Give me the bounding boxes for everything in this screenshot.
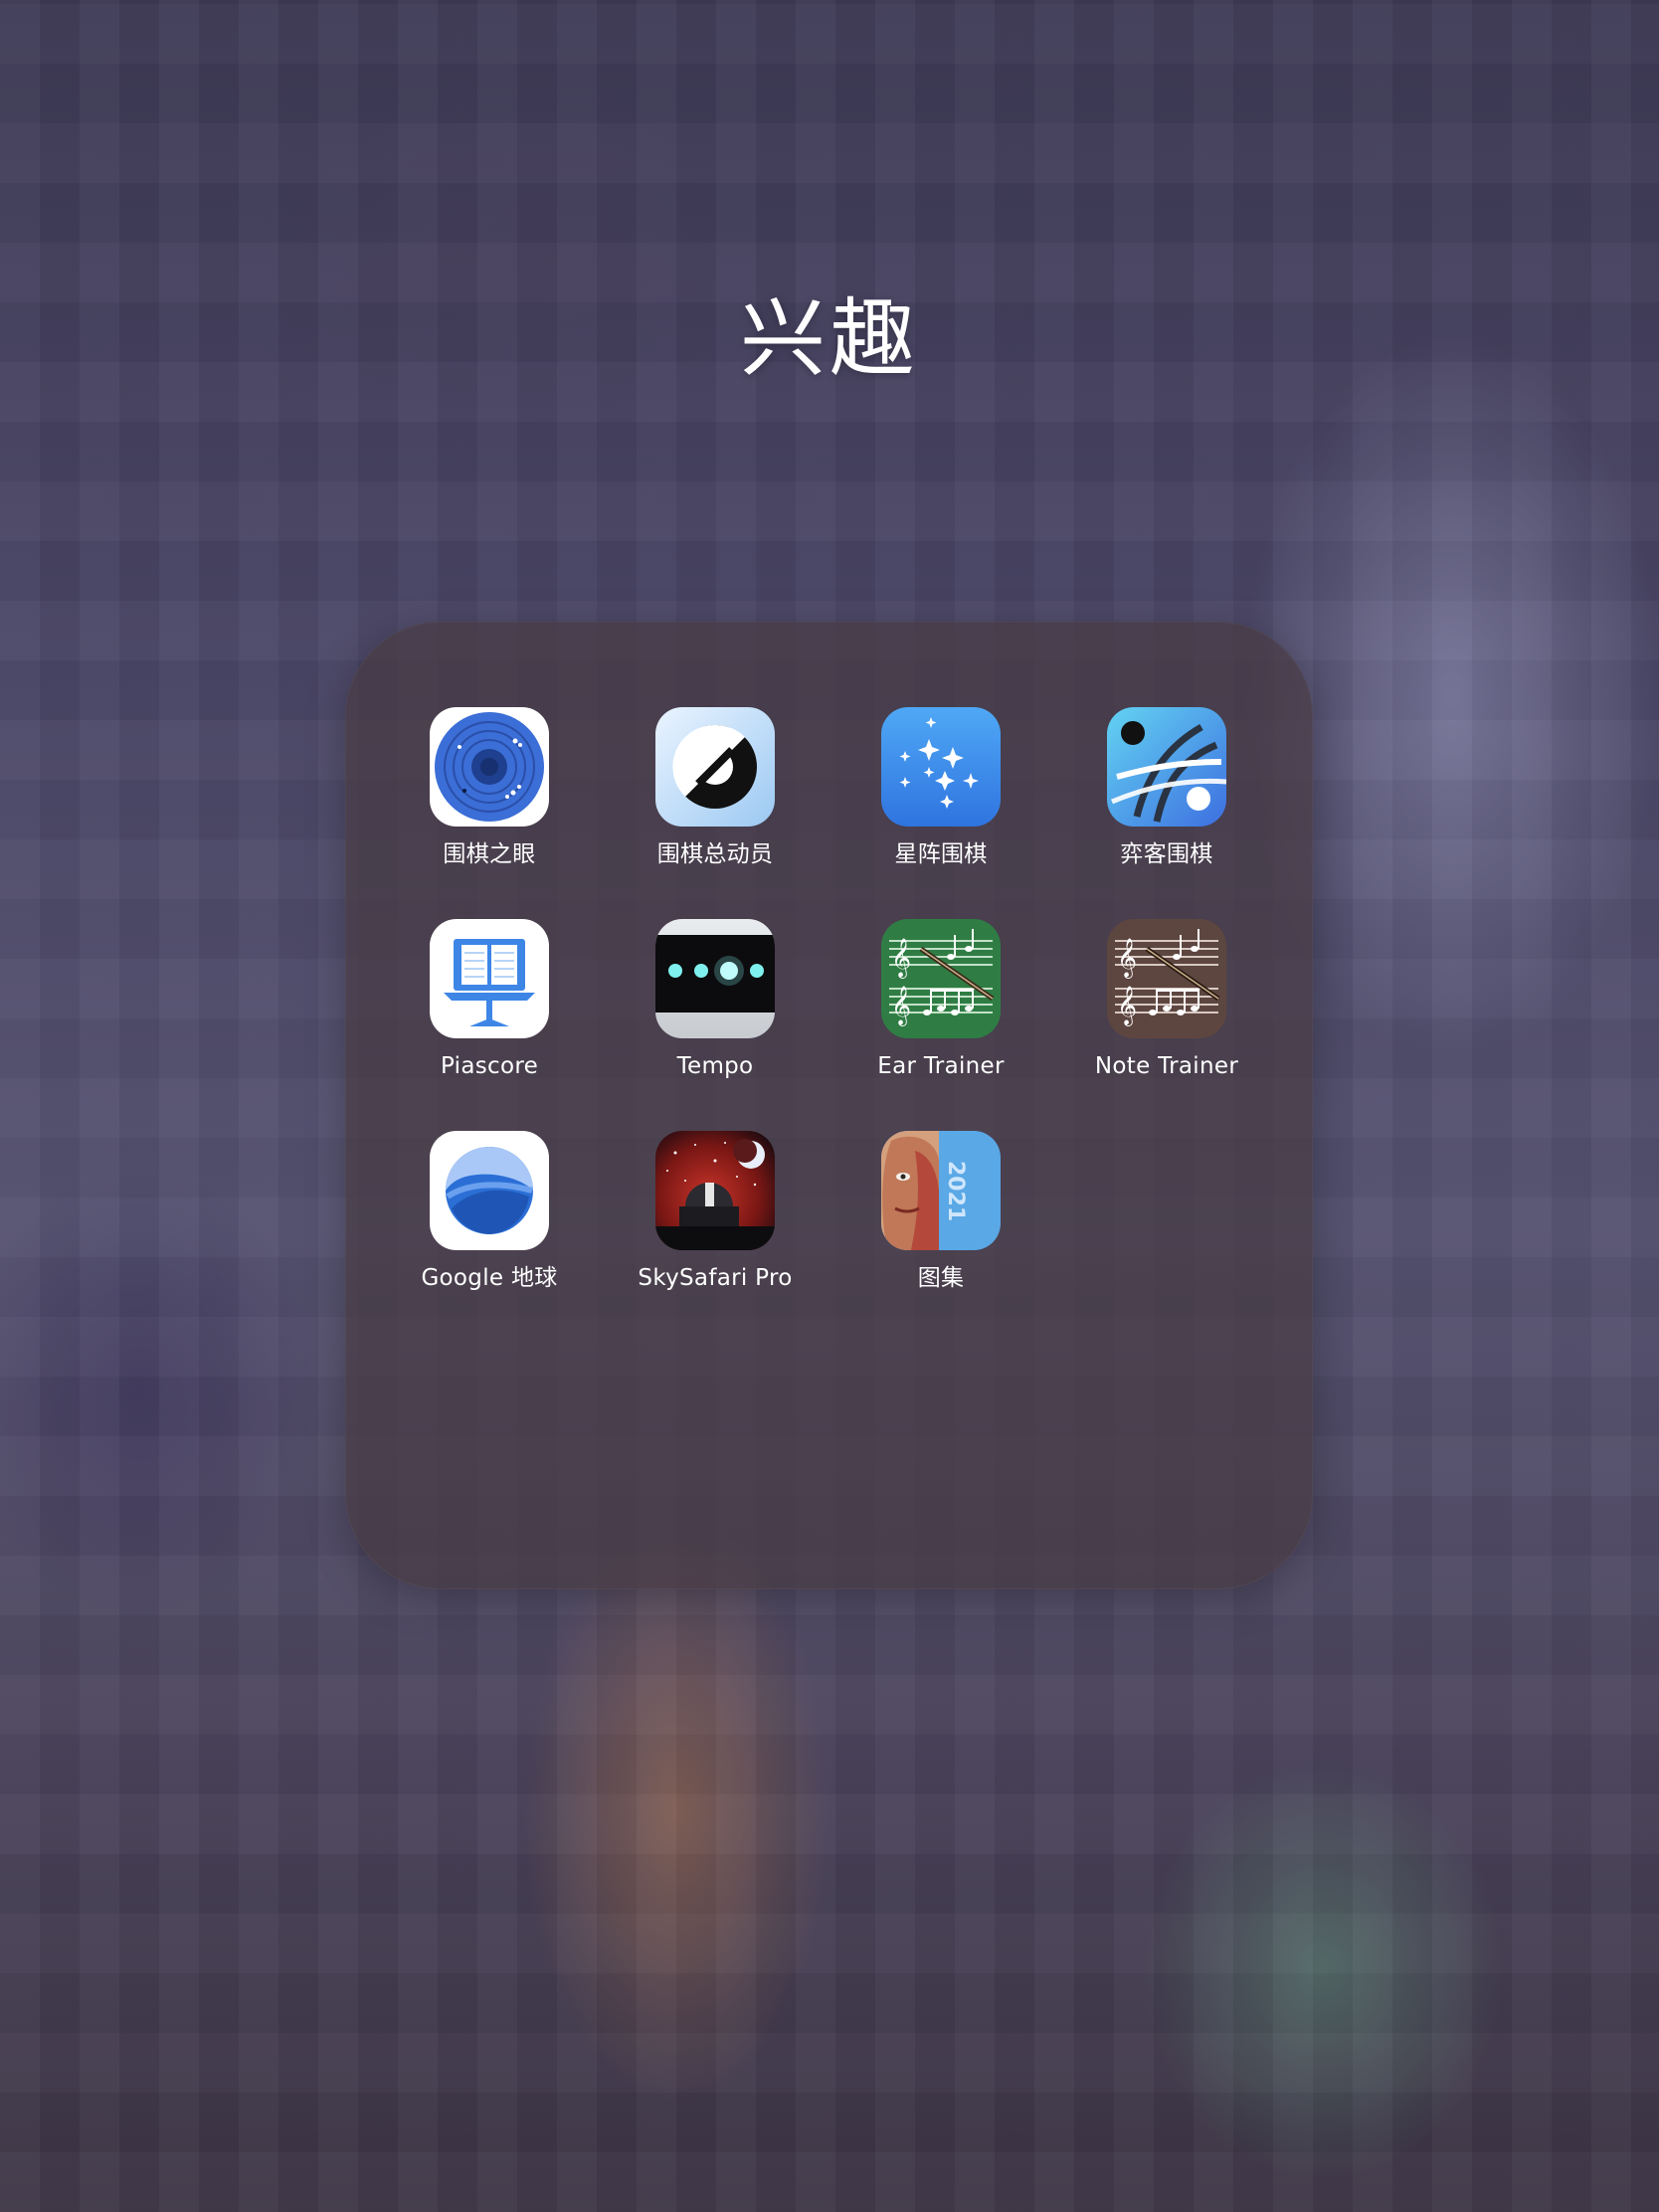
app-label: SkySafari Pro [638, 1265, 793, 1291]
sheet-music-green-icon[interactable]: 𝄞 𝄞 [881, 919, 1001, 1038]
app-yike-weiqi[interactable]: 弈客围棋 [1067, 707, 1266, 896]
anatomy-atlas-icon[interactable]: 2021 [881, 1131, 1001, 1250]
app-weiqi-zongdongyuan[interactable]: 围棋总动员 [616, 707, 815, 896]
home-screen-background[interactable]: 兴趣 围棋之眼 围棋总动员 星阵围棋 弈客围棋 Piascore Tempo 𝄞… [0, 0, 1659, 2212]
observatory-icon[interactable] [655, 1131, 775, 1250]
year-badge: 2021 [943, 1161, 968, 1222]
svg-text:𝄞: 𝄞 [1117, 938, 1137, 979]
google-earth-icon[interactable] [430, 1131, 549, 1250]
sheet-music-brown-icon[interactable]: 𝄞 𝄞 [1107, 919, 1226, 1038]
app-weiqi-zhiyan[interactable]: 围棋之眼 [390, 707, 589, 896]
weiqi-mobilization-icon[interactable] [655, 707, 775, 827]
app-label: 围棋之眼 [443, 841, 536, 867]
app-label: 围棋总动员 [656, 841, 774, 867]
app-label: 图集 [917, 1265, 965, 1291]
app-label: Tempo [676, 1053, 754, 1079]
app-skysafari[interactable]: SkySafari Pro [616, 1131, 815, 1320]
app-label: Piascore [440, 1053, 539, 1079]
metronome-dots-icon[interactable] [655, 919, 775, 1038]
music-stand-icon[interactable] [430, 919, 549, 1038]
folder-panel: 围棋之眼 围棋总动员 星阵围棋 弈客围棋 Piascore Tempo 𝄞 𝄞 … [345, 622, 1313, 1589]
app-xingzhen-weiqi[interactable]: 星阵围棋 [841, 707, 1040, 896]
app-tempo[interactable]: Tempo [616, 919, 815, 1108]
app-label: Ear Trainer [877, 1053, 1005, 1079]
app-label: 弈客围棋 [1120, 841, 1213, 867]
svg-text:𝄞: 𝄞 [1117, 986, 1137, 1026]
svg-text:𝄞: 𝄞 [891, 938, 911, 979]
app-piascore[interactable]: Piascore [390, 919, 589, 1108]
svg-text:𝄞: 𝄞 [891, 986, 911, 1026]
app-label: 星阵围棋 [894, 841, 988, 867]
app-label: Note Trainer [1094, 1053, 1239, 1079]
app-ear-trainer[interactable]: 𝄞 𝄞 Ear Trainer [841, 919, 1040, 1108]
folder-title[interactable]: 兴趣 [0, 269, 1659, 393]
weiqi-eye-icon[interactable] [430, 707, 549, 827]
stars-go-icon[interactable] [881, 707, 1001, 827]
app-note-trainer[interactable]: 𝄞 𝄞 Note Trainer [1067, 919, 1266, 1108]
app-atlas[interactable]: 2021 图集 [841, 1131, 1040, 1320]
yike-go-icon[interactable] [1107, 707, 1226, 827]
app-label: Google 地球 [421, 1265, 558, 1291]
app-google-earth[interactable]: Google 地球 [390, 1131, 589, 1320]
